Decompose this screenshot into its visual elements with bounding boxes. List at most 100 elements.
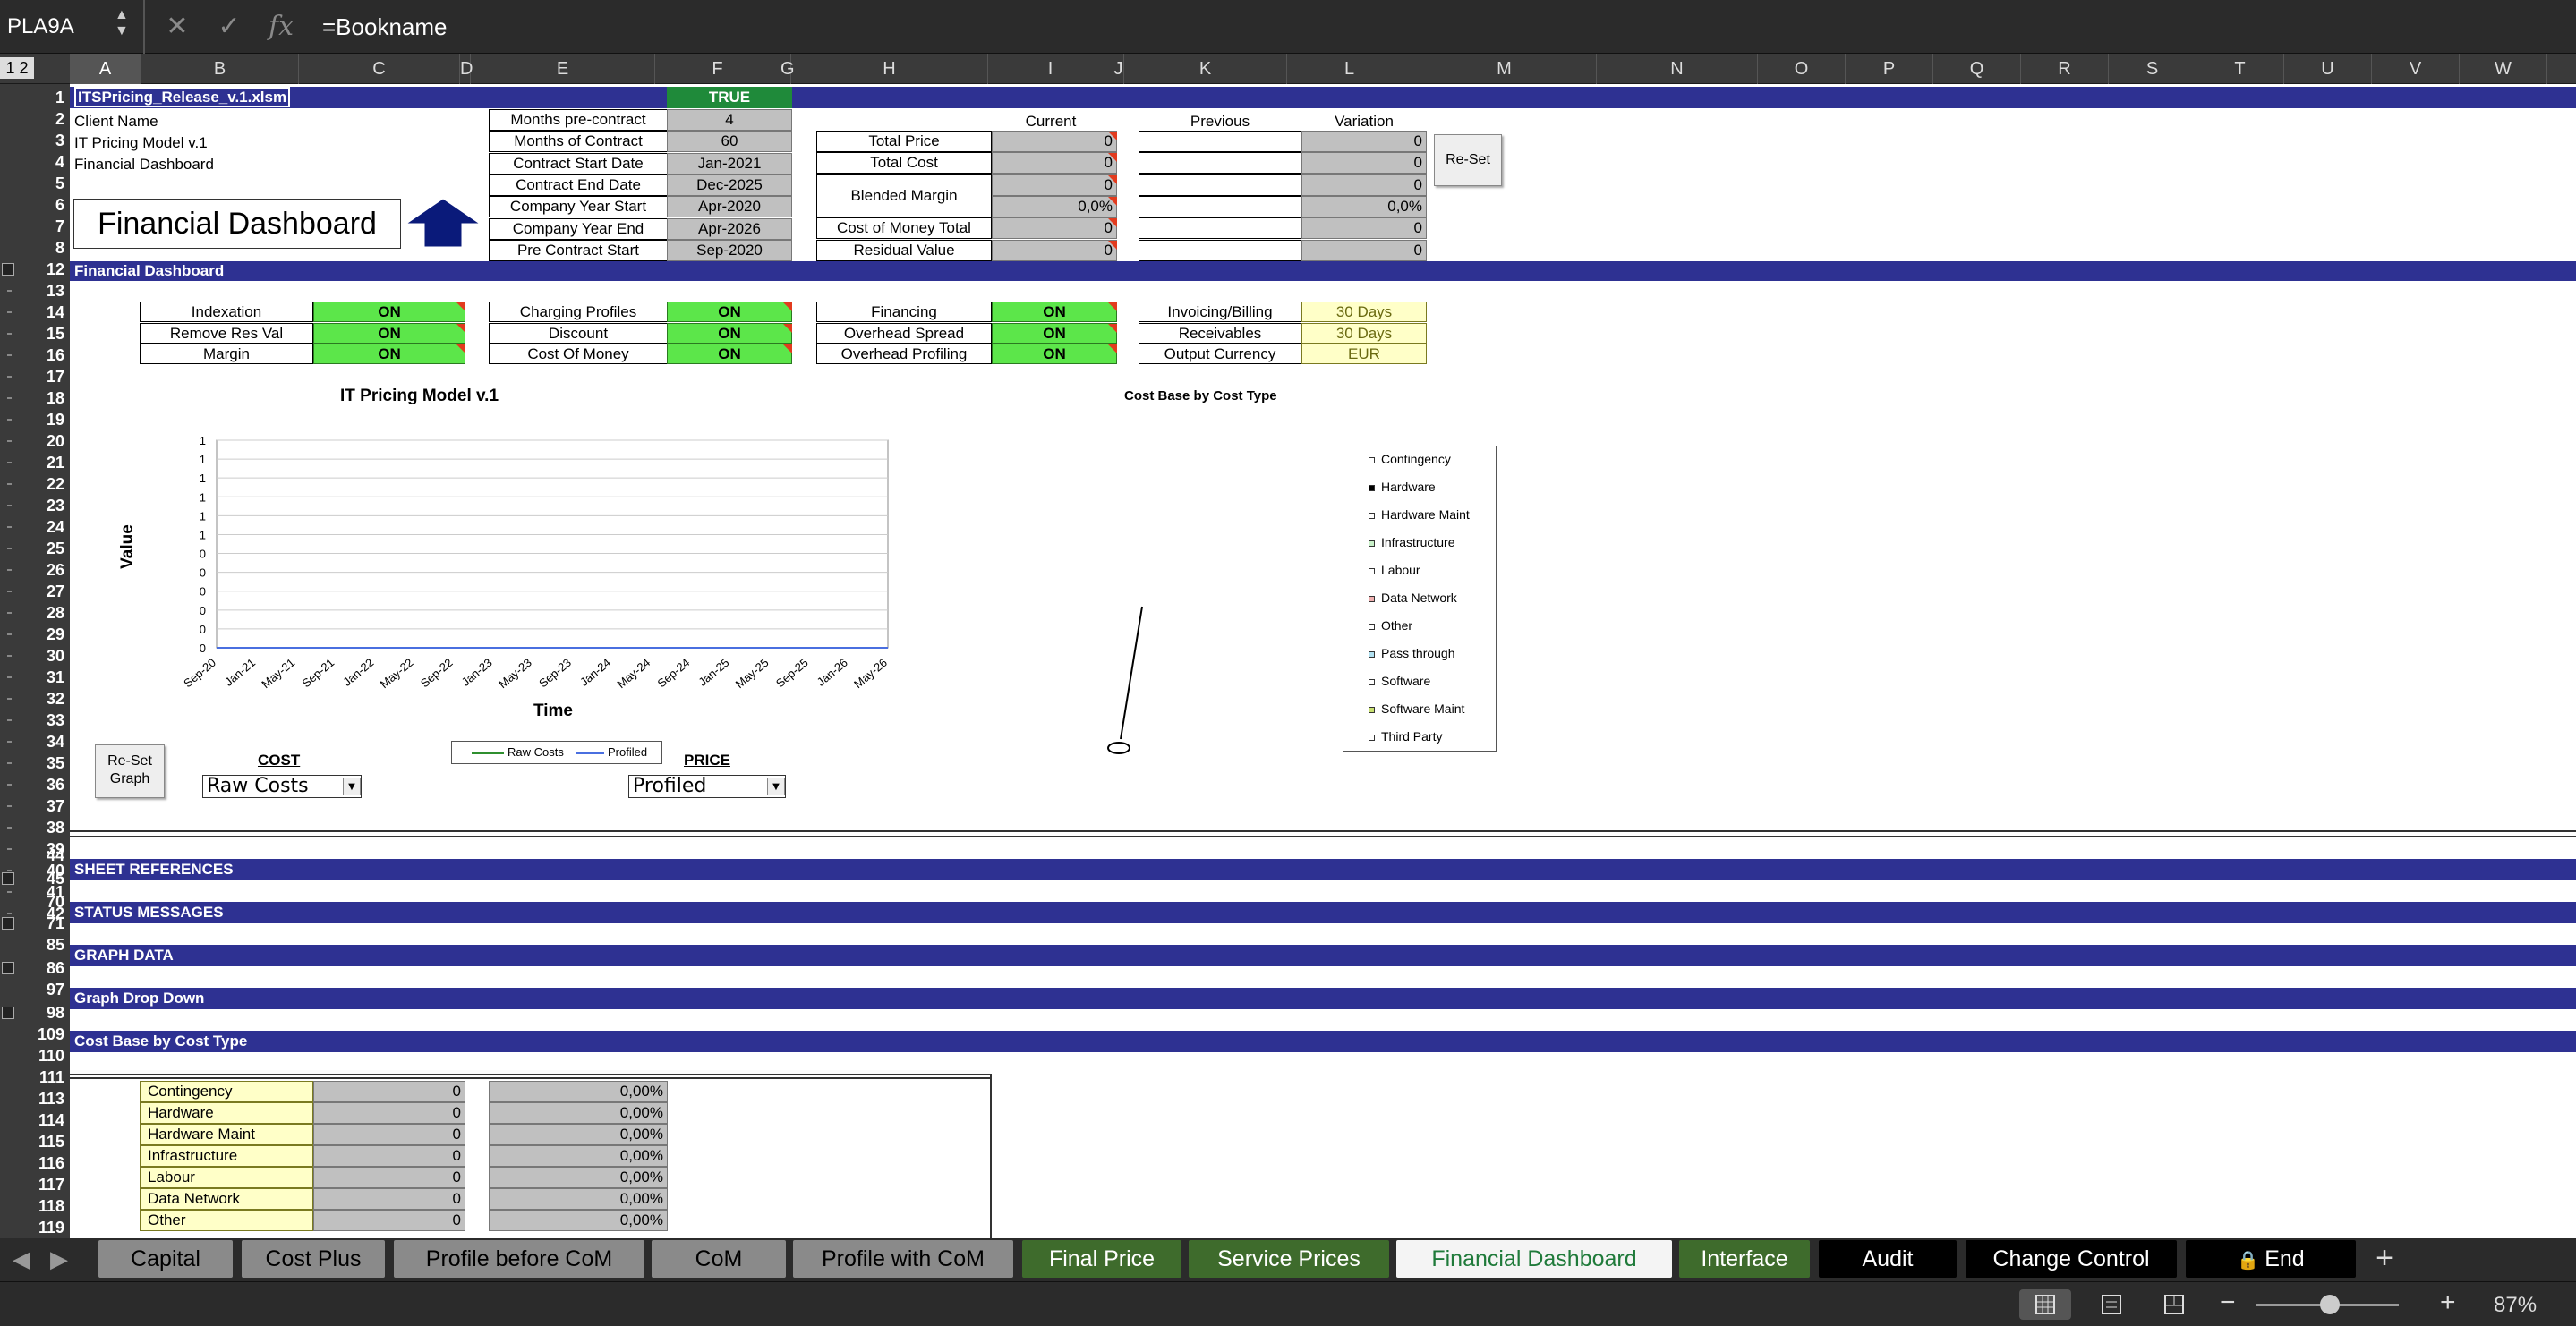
column-header[interactable]: U — [2284, 54, 2372, 84]
row-header[interactable]: 113 — [0, 1088, 70, 1109]
row-header[interactable]: 2 — [0, 108, 70, 130]
column-header[interactable]: P — [1846, 54, 1933, 84]
column-header[interactable]: A — [70, 54, 141, 84]
row-header[interactable]: 117 — [0, 1174, 70, 1195]
summary-variation[interactable]: 0 — [1301, 217, 1427, 239]
add-sheet-icon[interactable]: + — [2365, 1240, 2404, 1278]
toggle-value[interactable]: ON — [992, 344, 1117, 364]
toggle-value[interactable]: 30 Days — [1301, 322, 1427, 344]
column-header[interactable]: V — [2372, 54, 2460, 84]
column-header[interactable]: T — [2196, 54, 2284, 84]
contract-value[interactable]: Dec-2025 — [667, 174, 792, 196]
column-header[interactable]: G — [780, 54, 795, 84]
column-header[interactable]: Q — [1933, 54, 2021, 84]
contract-value[interactable]: Sep-2020 — [667, 239, 792, 261]
reset-button[interactable]: Re-Set — [1434, 134, 1502, 186]
sheet-tab[interactable]: Profile with CoM — [793, 1240, 1013, 1278]
page-layout-icon[interactable] — [2089, 1289, 2134, 1320]
outline-toggle[interactable] — [2, 917, 14, 930]
column-header[interactable]: S — [2109, 54, 2196, 84]
cost-value[interactable]: 0 — [313, 1081, 465, 1102]
summary-variation[interactable]: 0 — [1301, 240, 1427, 261]
cost-select[interactable]: Raw Costs ▼ — [202, 775, 362, 798]
flag-cell[interactable]: TRUE — [667, 87, 792, 108]
outline-level-2[interactable]: 2 — [20, 59, 29, 77]
column-header[interactable]: D — [460, 54, 473, 84]
toggle-value[interactable]: ON — [992, 322, 1117, 344]
cost-value[interactable]: 0 — [313, 1145, 465, 1167]
row-header[interactable]: 97 — [0, 979, 70, 1000]
cost-pct[interactable]: 0,00% — [489, 1124, 668, 1145]
column-header[interactable]: O — [1758, 54, 1846, 84]
row-header[interactable]: 118 — [0, 1195, 70, 1217]
row-header[interactable]: 119 — [0, 1217, 70, 1238]
sheet-tab[interactable]: 🔒 End — [2186, 1240, 2356, 1278]
row-header[interactable]: 111 — [0, 1067, 70, 1088]
outline-toggle[interactable] — [2, 263, 14, 276]
outline-toggle[interactable] — [2, 872, 14, 885]
cost-value[interactable]: 0 — [313, 1102, 465, 1124]
toggle-value[interactable]: ON — [992, 302, 1117, 322]
column-header[interactable]: X — [2547, 54, 2576, 84]
cost-pct[interactable]: 0,00% — [489, 1188, 668, 1210]
summary-previous[interactable] — [1139, 152, 1301, 174]
row-header[interactable]: 114 — [0, 1109, 70, 1131]
summary-current[interactable]: 0 — [992, 174, 1117, 196]
sheet-tab[interactable]: Change Control — [1966, 1240, 2177, 1278]
contract-value[interactable]: Jan-2021 — [667, 152, 792, 174]
row-header[interactable]: 85 — [0, 934, 70, 956]
cancel-icon[interactable]: ✕ — [159, 9, 195, 45]
column-header[interactable]: E — [471, 54, 655, 84]
confirm-icon[interactable]: ✓ — [211, 9, 247, 45]
scroll-left-icon[interactable]: ◀ — [13, 1245, 30, 1273]
sheet-tab[interactable]: Audit — [1819, 1240, 1957, 1278]
toggle-value[interactable]: ON — [313, 344, 465, 364]
row-header[interactable]: 110 — [0, 1045, 70, 1067]
column-header[interactable]: W — [2460, 54, 2547, 84]
cost-value[interactable]: 0 — [313, 1167, 465, 1188]
row-header[interactable]: 7 — [0, 216, 70, 237]
sheet-tab[interactable]: Service Prices — [1189, 1240, 1389, 1278]
contract-value[interactable]: Apr-2026 — [667, 217, 792, 240]
column-header[interactable]: M — [1412, 54, 1597, 84]
zoom-slider-handle[interactable] — [2320, 1295, 2340, 1314]
outline-toggle[interactable] — [2, 1007, 14, 1019]
column-header[interactable]: N — [1597, 54, 1758, 84]
scroll-right-icon[interactable]: ▶ — [50, 1245, 68, 1273]
summary-previous[interactable] — [1139, 131, 1301, 152]
zoom-out-icon[interactable]: − — [2220, 1288, 2236, 1318]
outline-level-1[interactable]: 1 — [5, 59, 14, 77]
column-header[interactable]: R — [2021, 54, 2109, 84]
price-select[interactable]: Profiled ▼ — [628, 775, 786, 798]
zoom-in-icon[interactable]: + — [2440, 1288, 2456, 1318]
summary-previous[interactable] — [1139, 196, 1301, 217]
row-header[interactable]: 8 — [0, 237, 70, 259]
row-header[interactable]: 116 — [0, 1152, 70, 1174]
column-header[interactable]: B — [141, 54, 299, 84]
column-header[interactable]: I — [988, 54, 1113, 84]
sheet-tab[interactable]: Final Price — [1022, 1240, 1181, 1278]
row-header[interactable]: 3 — [0, 130, 70, 151]
summary-current[interactable]: 0 — [992, 131, 1117, 152]
row-header[interactable]: 4 — [0, 151, 70, 173]
summary-variation[interactable]: 0 — [1301, 131, 1427, 152]
file-name-cell[interactable]: ITSPricing_Release_v.1.xlsm — [74, 87, 291, 107]
column-header[interactable]: H — [791, 54, 988, 84]
toggle-value[interactable]: ON — [313, 302, 465, 322]
chevron-down-icon[interactable]: ▼ — [343, 778, 361, 795]
column-header[interactable]: K — [1124, 54, 1287, 84]
toggle-value[interactable]: ON — [667, 302, 792, 322]
outline-level-buttons[interactable]: 1 2 — [0, 57, 34, 79]
cost-pct[interactable]: 0,00% — [489, 1102, 668, 1124]
zoom-level[interactable]: 87% — [2494, 1293, 2537, 1318]
formula-input[interactable]: =Bookname — [322, 0, 447, 54]
cost-pct[interactable]: 0,00% — [489, 1081, 668, 1102]
name-box-stepper-icon[interactable]: ▲ ▼ — [115, 7, 129, 39]
summary-current[interactable]: 0 — [992, 152, 1117, 174]
toggle-value[interactable]: ON — [667, 322, 792, 344]
summary-previous[interactable] — [1139, 174, 1301, 196]
toggle-value[interactable]: 30 Days — [1301, 302, 1427, 322]
column-header[interactable]: L — [1287, 54, 1412, 84]
contract-value[interactable]: 4 — [667, 109, 792, 131]
summary-current[interactable]: 0,0% — [992, 196, 1117, 217]
